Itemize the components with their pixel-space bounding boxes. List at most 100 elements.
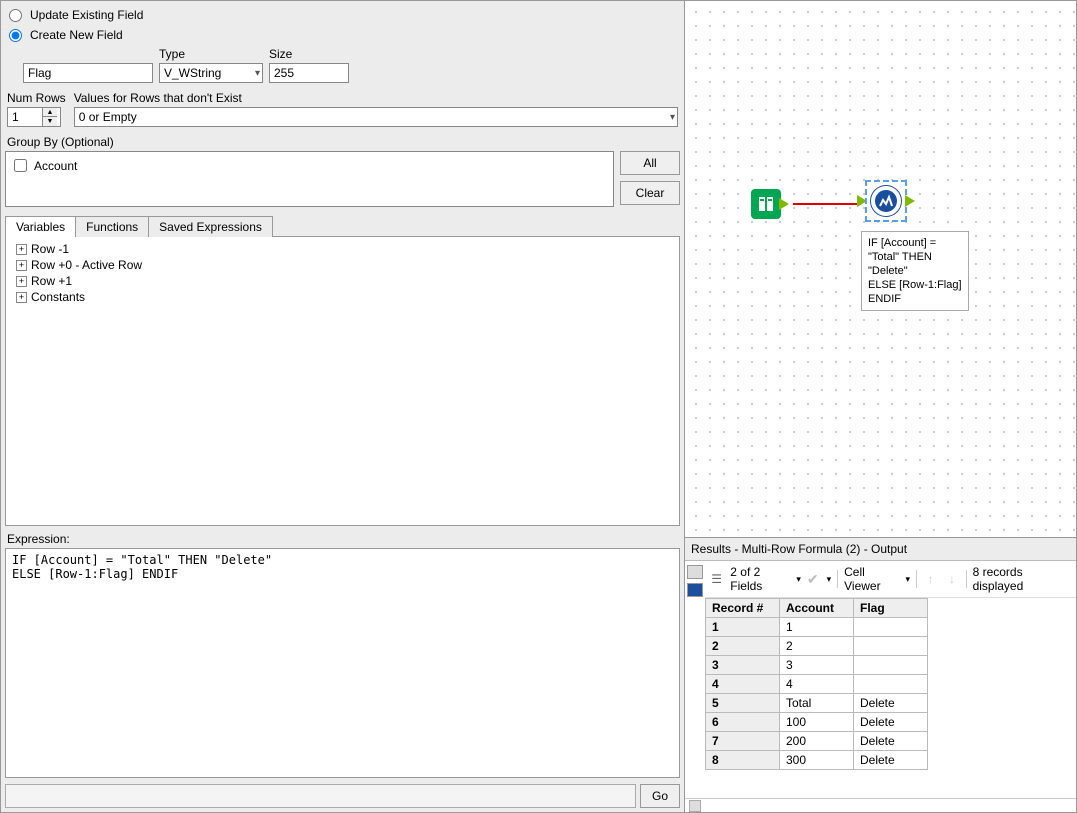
table-row[interactable]: 33 (706, 656, 928, 675)
groupby-item-label: Account (34, 159, 77, 173)
values-label: Values for Rows that don't Exist (74, 91, 678, 107)
tree-constants[interactable]: +Constants (10, 289, 675, 305)
account-cell[interactable]: 4 (780, 675, 854, 694)
results-title: Results - Multi-Row Formula (2) - Output (685, 538, 1076, 561)
groupby-list[interactable]: Account (5, 151, 614, 207)
type-combo[interactable]: V_WString ▾ (159, 63, 263, 83)
multirow-formula-node[interactable] (857, 180, 915, 222)
record-cell: 4 (706, 675, 780, 694)
output-anchor-icon[interactable] (779, 198, 789, 210)
radio-update[interactable] (9, 9, 22, 22)
record-cell: 7 (706, 732, 780, 751)
workflow-canvas[interactable]: IF [Account] = "Total" THEN "Delete" ELS… (685, 1, 1076, 537)
table-row[interactable]: 5TotalDelete (706, 694, 928, 713)
chevron-down-icon[interactable]: ▾ (827, 574, 832, 585)
cell-viewer-dropdown[interactable]: Cell Viewer▾ (844, 565, 910, 593)
side-tab-2[interactable] (687, 583, 703, 597)
flag-cell[interactable] (854, 618, 928, 637)
groupby-checkbox[interactable] (14, 159, 27, 172)
record-cell: 1 (706, 618, 780, 637)
results-toolbar: ☰ 2 of 2 Fields▾ ✔ ▾ Cell Viewer▾ ↑ ↓ (705, 561, 1076, 598)
tree-row-zero[interactable]: +Row +0 - Active Row (10, 257, 675, 273)
tab-saved[interactable]: Saved Expressions (148, 216, 273, 237)
tree-row-plus1[interactable]: +Row +1 (10, 273, 675, 289)
side-tab-1[interactable] (687, 565, 703, 579)
results-scrollbar[interactable] (685, 798, 1076, 812)
values-combo[interactable]: 0 or Empty ▾ (74, 107, 678, 127)
col-record[interactable]: Record # (706, 599, 780, 618)
arrow-up-icon: ↑ (923, 571, 938, 587)
record-cell: 3 (706, 656, 780, 675)
expand-icon[interactable]: + (16, 276, 27, 287)
results-side-tabs[interactable] (685, 561, 705, 798)
groupby-item-account[interactable]: Account (8, 154, 611, 177)
expand-icon[interactable]: + (16, 244, 27, 255)
variables-tree[interactable]: +Row -1 +Row +0 - Active Row +Row +1 +Co… (5, 236, 680, 526)
col-account[interactable]: Account (780, 599, 854, 618)
account-cell[interactable]: 3 (780, 656, 854, 675)
table-row[interactable]: 22 (706, 637, 928, 656)
account-cell[interactable]: 300 (780, 751, 854, 770)
type-label: Type (159, 47, 263, 63)
flag-cell[interactable] (854, 637, 928, 656)
size-label: Size (269, 47, 349, 63)
table-row[interactable]: 44 (706, 675, 928, 694)
radio-create-row[interactable]: Create New Field (5, 25, 680, 45)
output-anchor-icon[interactable] (905, 195, 915, 207)
expression-editor[interactable]: IF [Account] = "Total" THEN "Delete" ELS… (5, 548, 680, 778)
numrows-input[interactable] (8, 108, 42, 126)
numrows-label: Num Rows (7, 91, 66, 107)
numrows-spinner[interactable]: ▲ ▼ (7, 107, 61, 127)
account-cell[interactable]: Total (780, 694, 854, 713)
account-cell[interactable]: 1 (780, 618, 854, 637)
go-button[interactable]: Go (640, 784, 680, 808)
spinner-up-icon[interactable]: ▲ (43, 108, 57, 117)
flag-cell[interactable]: Delete (854, 713, 928, 732)
radio-create[interactable] (9, 29, 22, 42)
radio-update-row[interactable]: Update Existing Field (5, 5, 680, 25)
table-row[interactable]: 6100Delete (706, 713, 928, 732)
size-input[interactable] (269, 63, 349, 83)
flag-cell[interactable] (854, 656, 928, 675)
connection-wire[interactable] (793, 203, 861, 205)
tool-annotation[interactable]: IF [Account] = "Total" THEN "Delete" ELS… (861, 231, 969, 311)
field-name-input[interactable] (23, 63, 153, 83)
check-icon[interactable]: ✔ (807, 571, 819, 588)
record-cell: 8 (706, 751, 780, 770)
groupby-label: Group By (Optional) (5, 129, 680, 151)
tree-row-minus1[interactable]: +Row -1 (10, 241, 675, 257)
all-button[interactable]: All (620, 151, 680, 175)
scroll-left-icon[interactable] (689, 800, 701, 812)
flag-cell[interactable]: Delete (854, 732, 928, 751)
flag-cell[interactable] (854, 675, 928, 694)
config-panel: Update Existing Field Create New Field T… (0, 0, 685, 813)
chevron-down-icon: ▾ (906, 574, 911, 585)
spinner-down-icon[interactable]: ▼ (43, 117, 57, 126)
list-icon[interactable]: ☰ (709, 571, 724, 587)
col-flag[interactable]: Flag (854, 599, 928, 618)
radio-create-label: Create New Field (30, 28, 123, 42)
expand-icon[interactable]: + (16, 260, 27, 271)
chevron-down-icon: ▾ (255, 68, 260, 79)
account-cell[interactable]: 100 (780, 713, 854, 732)
type-value: V_WString (164, 66, 221, 80)
account-cell[interactable]: 2 (780, 637, 854, 656)
go-input[interactable] (5, 784, 636, 808)
clear-button[interactable]: Clear (620, 181, 680, 205)
record-cell: 5 (706, 694, 780, 713)
flag-cell[interactable]: Delete (854, 694, 928, 713)
tab-variables[interactable]: Variables (5, 216, 76, 237)
expand-icon[interactable]: + (16, 292, 27, 303)
record-cell: 6 (706, 713, 780, 732)
flag-cell[interactable]: Delete (854, 751, 928, 770)
results-grid[interactable]: Record # Account Flag 112233445TotalDele… (705, 598, 928, 770)
table-row[interactable]: 11 (706, 618, 928, 637)
tabs: Variables Functions Saved Expressions (5, 215, 680, 236)
input-data-icon (751, 189, 781, 219)
table-row[interactable]: 8300Delete (706, 751, 928, 770)
account-cell[interactable]: 200 (780, 732, 854, 751)
tab-functions[interactable]: Functions (75, 216, 149, 237)
input-tool-node[interactable] (751, 189, 789, 219)
fields-dropdown[interactable]: 2 of 2 Fields▾ (730, 565, 801, 593)
table-row[interactable]: 7200Delete (706, 732, 928, 751)
